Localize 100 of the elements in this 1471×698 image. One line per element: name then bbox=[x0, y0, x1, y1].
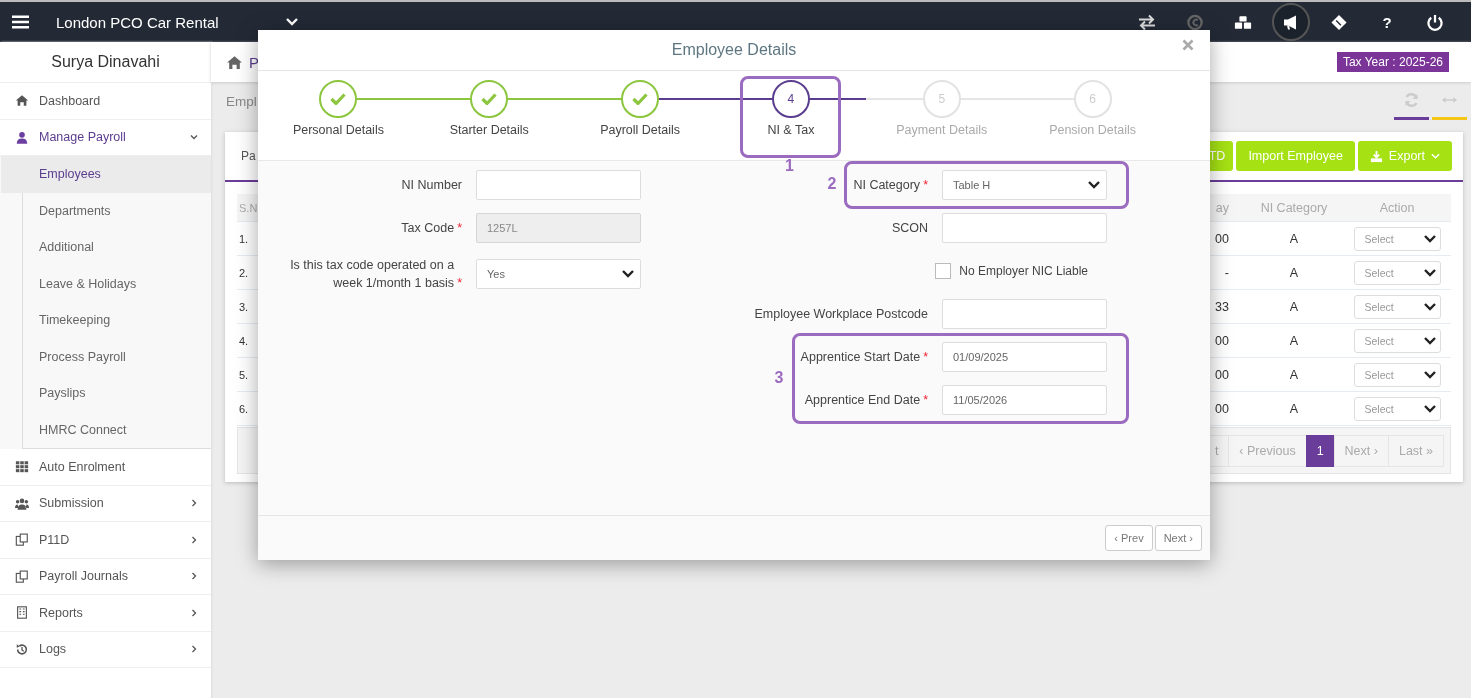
table-cell-text: - bbox=[1223, 265, 1230, 280]
copy-icon bbox=[15, 533, 29, 547]
tax-year-badge: Tax Year : 2025-26 bbox=[1336, 52, 1449, 72]
copy-icon bbox=[15, 569, 29, 583]
dialog-title: Employee Details bbox=[671, 41, 797, 59]
select-field[interactable]: Table H bbox=[942, 170, 1107, 200]
submenu-item[interactable]: Process Payroll bbox=[23, 338, 211, 375]
step-label: NI & Tax bbox=[767, 123, 815, 137]
input-field[interactable] bbox=[942, 299, 1107, 329]
page-button[interactable]: 1 bbox=[1305, 434, 1335, 467]
select-field[interactable]: Yes bbox=[476, 259, 641, 290]
menu-icon[interactable] bbox=[12, 15, 29, 29]
field-label: SCON bbox=[891, 219, 928, 237]
chevron-down-icon bbox=[1423, 234, 1436, 243]
input-field[interactable]: 01/09/2025 bbox=[942, 342, 1107, 372]
nav-button[interactable]: ‹ Prev bbox=[1105, 525, 1153, 551]
chevron-down-icon bbox=[1423, 336, 1436, 345]
checkbox-label: No Employer NIC Liable bbox=[959, 264, 1088, 278]
table-cell-text: 00 bbox=[1214, 231, 1230, 246]
step-circle[interactable] bbox=[470, 80, 509, 118]
history-icon bbox=[15, 642, 29, 656]
required-mark: * bbox=[457, 219, 462, 237]
submenu-item[interactable]: Additional bbox=[23, 229, 211, 266]
input-field[interactable]: 11/05/2026 bbox=[942, 385, 1107, 415]
field-label: Tax Code bbox=[401, 219, 455, 237]
step-circle[interactable] bbox=[319, 80, 358, 118]
action-select[interactable]: Select bbox=[1353, 362, 1441, 387]
annotation-number: 2 bbox=[827, 175, 837, 193]
submenu-item[interactable]: Timekeeping bbox=[23, 302, 211, 339]
sidebar-item[interactable]: Dashboard bbox=[0, 83, 211, 120]
users-icon bbox=[15, 496, 29, 510]
grid-icon bbox=[15, 460, 29, 474]
table-cell-text: A bbox=[1288, 333, 1300, 348]
refresh-icon[interactable] bbox=[1403, 92, 1420, 108]
building-icon bbox=[15, 606, 29, 620]
submenu-item[interactable]: Payslips bbox=[23, 375, 211, 412]
table-cell-text: A bbox=[1288, 231, 1300, 246]
column-header: S.N bbox=[238, 201, 259, 214]
chevron-down-icon bbox=[1088, 181, 1100, 189]
step-circle[interactable]: 4 bbox=[771, 80, 810, 118]
chevron-down-icon bbox=[1423, 302, 1436, 311]
nav-button[interactable]: Next › bbox=[1154, 525, 1202, 551]
table-cell-text: 4. bbox=[238, 334, 250, 347]
table-cell-text: 33 bbox=[1214, 299, 1230, 314]
field-label: NI Number bbox=[401, 176, 462, 194]
action-select[interactable]: Select bbox=[1353, 328, 1441, 353]
sidebar-item[interactable]: Payroll Journals bbox=[0, 558, 211, 595]
tab[interactable]: Pa bbox=[237, 141, 260, 171]
home-icon[interactable] bbox=[226, 54, 243, 70]
submenu-item[interactable]: Leave & Holidays bbox=[23, 265, 211, 302]
step-circle[interactable] bbox=[621, 80, 660, 118]
table-cell-text: 00 bbox=[1214, 333, 1230, 348]
table-cell-text: A bbox=[1288, 265, 1300, 280]
cubes-icon[interactable] bbox=[1234, 13, 1252, 31]
step-label: Payroll Details bbox=[600, 123, 680, 137]
table-cell-text: 2. bbox=[238, 266, 250, 279]
chevron-down-icon bbox=[622, 270, 634, 279]
step-label: Personal Details bbox=[292, 123, 384, 137]
close-icon[interactable] bbox=[1182, 39, 1194, 51]
megaphone-button[interactable] bbox=[1272, 3, 1310, 41]
breadcrumb-link[interactable]: P bbox=[249, 53, 259, 71]
step-label: Pension Details bbox=[1049, 123, 1136, 137]
coin-icon[interactable] bbox=[1186, 13, 1204, 31]
help-button[interactable]: ? bbox=[1378, 13, 1396, 31]
check-icon bbox=[330, 93, 347, 105]
column-header: ay bbox=[1214, 200, 1230, 215]
checkbox[interactable] bbox=[935, 263, 952, 279]
table-cell-text: 1. bbox=[238, 232, 250, 245]
home-icon bbox=[15, 94, 29, 108]
action-select[interactable]: Select bbox=[1353, 226, 1441, 251]
sidebar-item[interactable]: P11D bbox=[0, 522, 211, 559]
power-icon[interactable] bbox=[1426, 13, 1444, 31]
action-select[interactable]: Select bbox=[1353, 294, 1441, 319]
annotation-number: 1 bbox=[784, 157, 794, 175]
required-mark: * bbox=[923, 348, 928, 366]
sidebar-item[interactable]: Logs bbox=[0, 631, 211, 668]
table-cell-text: 00 bbox=[1214, 401, 1230, 416]
table-cell-text: A bbox=[1288, 401, 1300, 416]
action-select[interactable]: Select bbox=[1353, 396, 1441, 421]
submenu-item[interactable]: HMRC Connect bbox=[23, 411, 211, 448]
action-select[interactable]: Select bbox=[1353, 260, 1441, 285]
sidebar-item[interactable]: Auto Enrolment bbox=[0, 449, 211, 486]
ticket-icon[interactable] bbox=[1330, 13, 1348, 31]
step-label: Starter Details bbox=[449, 123, 529, 137]
user-icon bbox=[15, 130, 29, 144]
chevron-down-icon bbox=[1423, 370, 1436, 379]
field-label: Is this tax code operated on a week 1/month 1 basis bbox=[289, 257, 455, 293]
swap-icon[interactable] bbox=[1138, 13, 1156, 31]
caret-icon bbox=[1431, 153, 1440, 159]
submenu-item[interactable]: Departments bbox=[23, 192, 211, 229]
company-name: London PCO Car Rental bbox=[56, 13, 219, 31]
chevron-down-icon bbox=[1423, 268, 1436, 277]
page-title: Empl bbox=[226, 93, 257, 109]
field-label: Apprentice Start Date bbox=[800, 348, 921, 366]
input-field[interactable] bbox=[942, 213, 1107, 243]
sidebar-item[interactable]: Reports bbox=[0, 595, 211, 632]
column-header: NI Category bbox=[1259, 200, 1329, 215]
chevron-down-icon[interactable] bbox=[285, 18, 298, 26]
input-field[interactable] bbox=[476, 170, 641, 200]
sidebar-item[interactable]: Submission bbox=[0, 485, 211, 522]
